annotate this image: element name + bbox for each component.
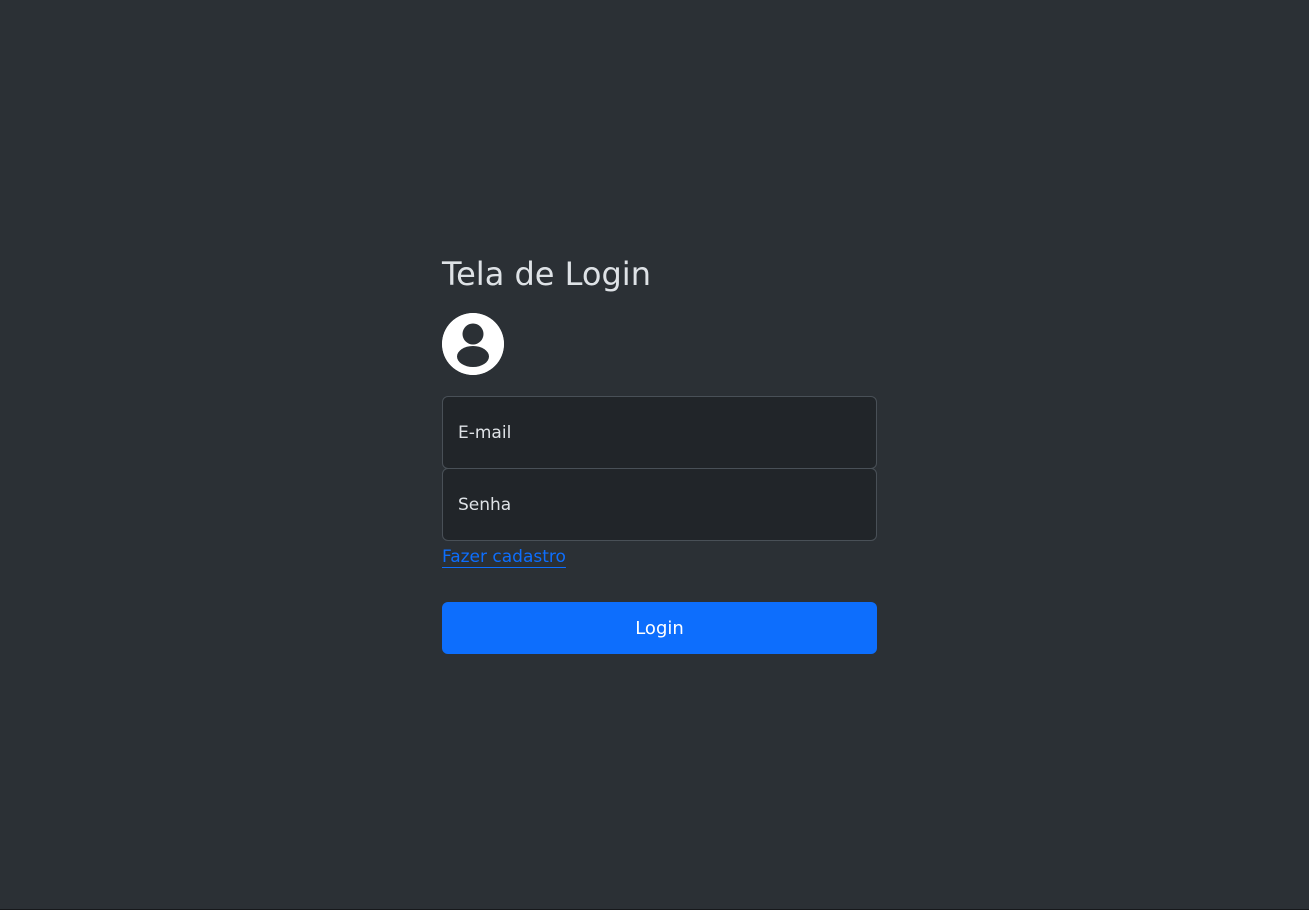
email-field[interactable] (458, 415, 861, 451)
login-panel: Tela de Login Fazer cadastro Login (442, 250, 877, 654)
email-field-container (442, 396, 877, 469)
password-field-container (442, 468, 877, 541)
user-avatar-svg (442, 313, 504, 375)
password-field[interactable] (458, 487, 861, 523)
avatar-body (457, 346, 489, 367)
login-page: Tela de Login Fazer cadastro Login (0, 0, 1309, 910)
login-button[interactable]: Login (442, 602, 877, 654)
register-link[interactable]: Fazer cadastro (442, 545, 566, 569)
page-title: Tela de Login (442, 255, 651, 293)
user-avatar-icon (442, 313, 504, 375)
avatar-head (462, 323, 484, 345)
